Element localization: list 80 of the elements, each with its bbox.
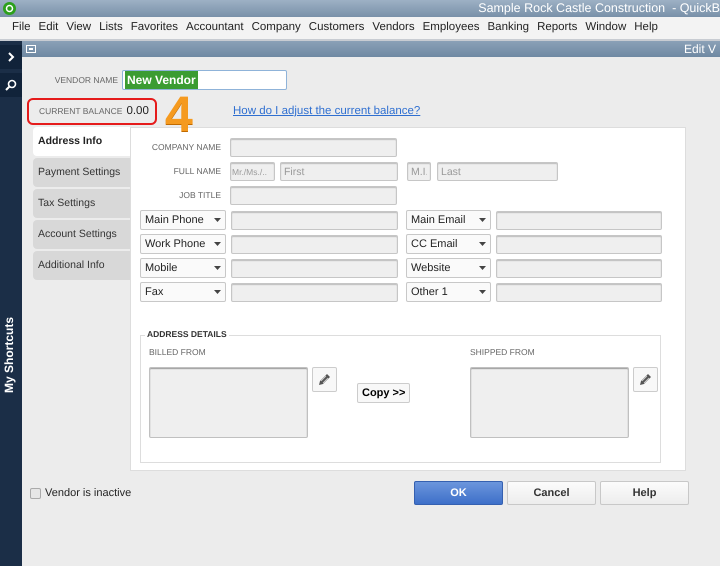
dropdown[interactable]: Work Phone bbox=[140, 234, 226, 254]
field-label: COMPANY NAME bbox=[150, 141, 221, 154]
checkbox[interactable] bbox=[30, 488, 41, 498]
window-menu-icon[interactable] bbox=[26, 45, 36, 53]
menu-item[interactable]: Employees bbox=[418, 19, 484, 37]
menu-item[interactable]: Reports bbox=[533, 19, 582, 37]
menu-item[interactable]: Edit bbox=[34, 19, 62, 37]
tab[interactable]: Account Settings bbox=[33, 220, 130, 249]
help-link[interactable]: How do I adjust the current balance? bbox=[233, 102, 420, 120]
dropdown[interactable]: CC Email bbox=[406, 234, 491, 254]
menu-item[interactable]: Lists bbox=[95, 19, 127, 37]
field-label: BILLED FROM bbox=[149, 346, 207, 359]
checkbox-label: Vendor is inactive bbox=[45, 486, 132, 501]
window-title: Edit V bbox=[684, 41, 716, 58]
copy-button[interactable]: Copy >> bbox=[357, 383, 410, 403]
text-field[interactable] bbox=[231, 282, 398, 302]
menu-item[interactable]: Vendors bbox=[368, 19, 419, 37]
billed-from-field[interactable] bbox=[149, 366, 308, 438]
balance-value: 0.00 bbox=[126, 104, 149, 119]
dropdown[interactable]: Main Email bbox=[406, 210, 491, 230]
text-field[interactable] bbox=[496, 258, 662, 278]
dropdown[interactable]: Mobile bbox=[140, 258, 226, 278]
caret-icon bbox=[214, 242, 221, 246]
caret-icon bbox=[214, 218, 221, 222]
text-field[interactable] bbox=[496, 282, 662, 302]
vendor-name-field[interactable]: New Vendor bbox=[122, 70, 287, 90]
edit-button[interactable] bbox=[633, 366, 658, 392]
menu-item[interactable]: Help bbox=[630, 19, 662, 37]
caret-icon bbox=[214, 290, 221, 294]
text-field[interactable] bbox=[231, 234, 398, 254]
text-field[interactable] bbox=[496, 210, 662, 230]
text-field[interactable] bbox=[231, 258, 398, 278]
name-field[interactable]: Mr./Ms./.. bbox=[230, 162, 275, 181]
search-icon bbox=[5, 79, 17, 91]
menu-item[interactable]: Window bbox=[581, 19, 630, 37]
caret-icon bbox=[479, 242, 486, 246]
shipped-from-field[interactable] bbox=[470, 366, 629, 438]
field-label: SHIPPED FROM bbox=[470, 346, 536, 359]
menu-item[interactable]: File bbox=[8, 19, 35, 37]
dialog-button[interactable]: Help bbox=[600, 481, 689, 505]
edit-button[interactable] bbox=[312, 366, 337, 392]
tab[interactable]: Tax Settings bbox=[33, 189, 130, 218]
pencil-icon bbox=[639, 372, 652, 386]
dropdown[interactable]: Fax bbox=[140, 282, 226, 302]
window-title: Sample Rock Castle Construction - QuickB bbox=[478, 0, 720, 18]
menu-item[interactable]: Company bbox=[248, 19, 305, 37]
step-number: 4 bbox=[165, 89, 193, 139]
field-label: JOB TITLE bbox=[178, 189, 221, 202]
company-name-field[interactable] bbox=[230, 138, 397, 157]
text-field[interactable] bbox=[496, 234, 662, 254]
shortcuts-label[interactable]: My Shortcuts bbox=[0, 317, 22, 394]
name-field[interactable]: Last bbox=[437, 162, 558, 181]
caret-icon bbox=[479, 266, 486, 270]
menu-item[interactable]: View bbox=[62, 19, 96, 37]
search-button[interactable] bbox=[0, 73, 22, 97]
caret-icon bbox=[214, 266, 221, 270]
menu-item[interactable]: Favorites bbox=[126, 19, 182, 37]
dropdown[interactable]: Website bbox=[406, 258, 491, 278]
menu-item[interactable]: Customers bbox=[304, 19, 368, 37]
dropdown[interactable]: Main Phone bbox=[140, 210, 226, 230]
tab[interactable]: Payment Settings bbox=[33, 158, 130, 187]
caret-icon bbox=[479, 290, 486, 294]
dropdown[interactable]: Other 1 bbox=[406, 282, 491, 302]
field-label: VENDOR NAME bbox=[54, 74, 118, 86]
dialog-button[interactable]: Cancel bbox=[507, 481, 596, 505]
job-title-field[interactable] bbox=[230, 186, 397, 205]
dialog-button[interactable]: OK bbox=[414, 481, 503, 505]
field-label: CURRENT BALANCE bbox=[39, 105, 122, 118]
app-logo bbox=[3, 2, 16, 15]
tab[interactable]: Address Info bbox=[33, 127, 130, 156]
expand-button[interactable] bbox=[0, 45, 22, 69]
menu-item[interactable]: Banking bbox=[484, 19, 534, 37]
tab[interactable]: Additional Info bbox=[33, 251, 130, 280]
caret-icon bbox=[479, 218, 486, 222]
menu-item[interactable]: Accountant bbox=[182, 19, 248, 37]
name-field[interactable]: First bbox=[280, 162, 398, 181]
text-field[interactable] bbox=[231, 210, 398, 230]
chevron-icon bbox=[7, 52, 15, 62]
pencil-icon bbox=[318, 372, 331, 386]
field-label: FULL NAME bbox=[172, 165, 221, 178]
